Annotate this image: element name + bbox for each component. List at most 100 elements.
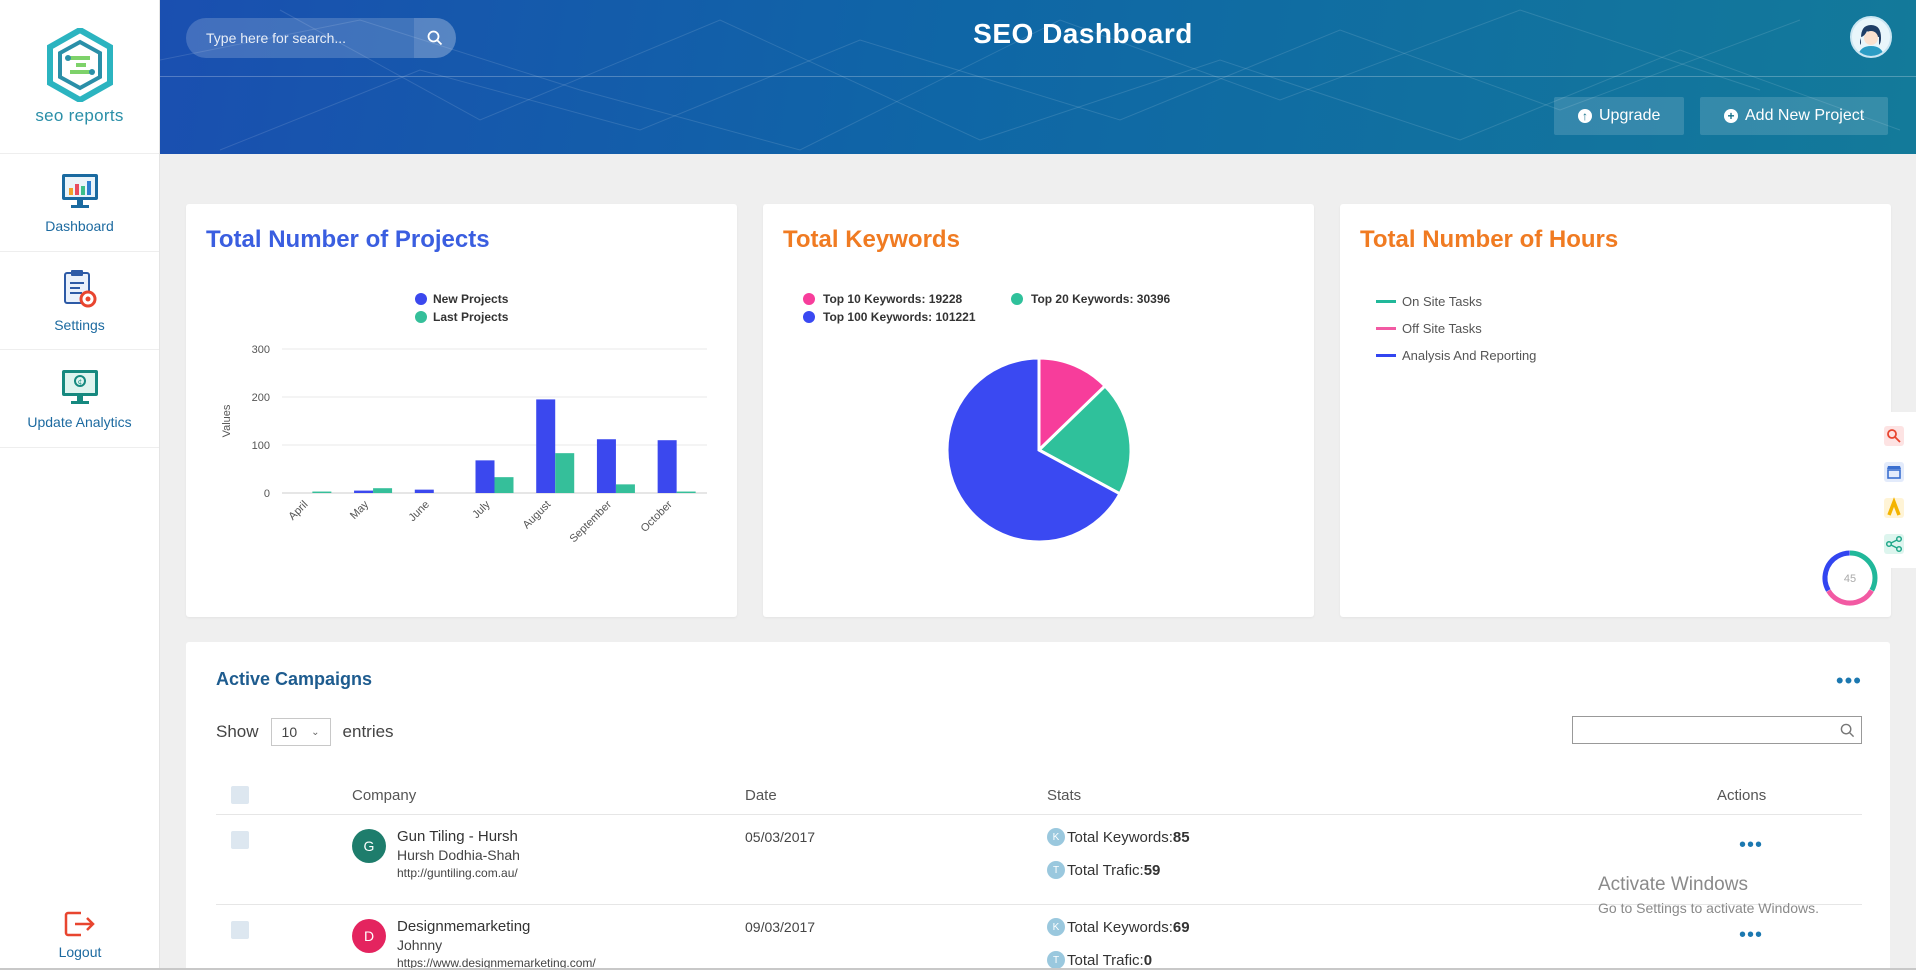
search-report-icon[interactable] — [1872, 418, 1916, 454]
stat-label: Total Trafic: — [1067, 861, 1144, 879]
ring-value: 45 — [1844, 573, 1856, 585]
settings-doc-icon — [63, 269, 96, 307]
x-tick-label: September — [568, 498, 615, 545]
x-tick-label: July — [470, 498, 493, 521]
stat-value: 85 — [1172, 828, 1190, 846]
monitor-chart-icon — [61, 173, 98, 208]
show-label: Show — [216, 722, 259, 741]
sidebar-item-label: Update Analytics — [27, 413, 132, 430]
x-tick-label: August — [521, 499, 554, 532]
chevron-down-icon: ⌄ — [311, 726, 320, 738]
bar-last-projects — [555, 453, 575, 493]
row-actions-button[interactable]: ••• — [1739, 834, 1763, 857]
campaign-date: 09/03/2017 — [745, 919, 816, 935]
stat-label: Total Keywords: — [1067, 828, 1173, 846]
select-all-checkbox[interactable] — [231, 786, 249, 804]
keywords-pie-chart: Top 10 Keywords: 19228 Top 20 Keywords: 3… — [803, 292, 1170, 544]
progress-ring-widget[interactable]: 45 — [1820, 548, 1880, 608]
floating-toolbar — [1872, 412, 1916, 568]
legend-swatch — [803, 293, 815, 305]
table-search-input[interactable] — [1573, 717, 1840, 743]
svg-text:¢: ¢ — [77, 378, 81, 386]
entries-control: Show 10 ⌄ entries — [216, 718, 394, 746]
traffic-badge-icon: T — [1047, 861, 1065, 879]
stat-label: Total Trafic: — [1067, 951, 1144, 969]
add-new-project-button[interactable]: + Add New Project — [1700, 97, 1889, 135]
arrow-up-circle-icon: ↑ — [1578, 109, 1592, 123]
legend-label: Top 10 Keywords: 19228 — [823, 292, 962, 306]
sidebar-item-settings[interactable]: Settings — [0, 252, 159, 350]
total-keywords-stat: K Total Keywords: 69 — [1047, 918, 1190, 936]
sidebar-item-dashboard[interactable]: Dashboard — [0, 154, 159, 252]
hours-card-title: Total Number of Hours — [1360, 226, 1619, 253]
logout-button[interactable]: Logout — [0, 910, 160, 960]
upgrade-button[interactable]: ↑ Upgrade — [1554, 97, 1685, 135]
company-name[interactable]: Gun Tiling - Hursh — [397, 828, 518, 845]
row-actions-button[interactable]: ••• — [1739, 924, 1763, 947]
upgrade-label: Upgrade — [1599, 107, 1661, 124]
watermark-line2: Go to Settings to activate Windows. — [1598, 900, 1819, 916]
logout-label: Logout — [58, 944, 102, 960]
legend-swatch — [1011, 293, 1023, 305]
page-title: SEO Dashboard — [973, 18, 1193, 49]
y-tick-label: 0 — [264, 488, 270, 500]
company-avatar: D — [352, 919, 386, 953]
watermark-line1: Activate Windows — [1598, 874, 1748, 895]
legend-item-analysis: Analysis And Reporting — [1376, 342, 1536, 369]
entries-select[interactable]: 10 ⌄ — [270, 718, 331, 746]
legend-item-on-site: On Site Tasks — [1376, 288, 1536, 315]
active-campaigns-title: Active Campaigns — [216, 669, 373, 689]
bar-last-projects — [676, 491, 696, 493]
projects-bar-chart: New Projects Last Projects Values 0 100 200 30… — [221, 292, 707, 545]
bar-new-projects — [596, 439, 616, 493]
store-icon[interactable] — [1872, 454, 1916, 490]
column-header-date[interactable]: Date — [745, 787, 777, 804]
legend-label: Off Site Tasks — [1402, 321, 1482, 336]
sidebar-item-label: Settings — [54, 316, 105, 333]
x-tick-label: April — [286, 499, 310, 523]
header-divider-line — [216, 814, 1862, 815]
company-contact: Johnny — [397, 937, 443, 953]
keywords-card: Total Keywords Top 10 Keywords: 19228 Top… — [763, 204, 1314, 617]
header-divider — [160, 76, 1916, 77]
company-contact: Hursh Dodhia-Shah — [397, 847, 520, 863]
column-header-stats[interactable]: Stats — [1047, 787, 1081, 804]
user-avatar-icon — [1852, 18, 1890, 56]
avatar[interactable] — [1850, 16, 1892, 58]
sidebar-item-update-analytics[interactable]: ¢ Update Analytics — [0, 350, 159, 448]
entries-value: 10 — [281, 724, 298, 740]
hours-card: Total Number of Hours On Site Tasks Off … — [1340, 204, 1891, 617]
row-checkbox[interactable] — [231, 921, 249, 939]
add-new-project-label: Add New Project — [1745, 107, 1865, 124]
traffic-badge-icon: T — [1047, 951, 1065, 969]
header-banner: SEO Dashboard ↑ Upgrade + Add New Projec… — [160, 0, 1916, 154]
logo-text: seo reports — [35, 105, 124, 125]
sidebar: seo reports Dashboard Settings ¢ Update … — [0, 0, 160, 970]
hours-legend: On Site Tasks Off Site Tasks Analysis An… — [1376, 288, 1536, 369]
more-options-button[interactable]: ••• — [1836, 668, 1862, 694]
legend-label: Analysis And Reporting — [1402, 348, 1537, 363]
legend-swatch — [415, 293, 427, 305]
legend-label: New Projects — [433, 292, 509, 306]
search-icon[interactable] — [1840, 723, 1855, 738]
x-tick-label: June — [407, 499, 432, 524]
projects-card: Total Number of Projects New Projects Las… — [186, 204, 737, 617]
legend-item-off-site: Off Site Tasks — [1376, 315, 1536, 342]
bar-last-projects — [494, 477, 514, 493]
keywords-badge-icon: K — [1047, 918, 1065, 936]
campaign-date: 05/03/2017 — [745, 829, 816, 845]
analytics-monitor-icon: ¢ — [61, 369, 98, 404]
logo[interactable]: seo reports — [0, 0, 159, 154]
legend-swatch — [803, 311, 815, 323]
bar-last-projects — [312, 491, 332, 493]
y-tick-label: 200 — [252, 392, 270, 404]
column-header-company[interactable]: Company — [352, 787, 416, 804]
ads-icon[interactable] — [1872, 490, 1916, 526]
company-name[interactable]: Designmemarketing — [397, 918, 530, 935]
logout-icon — [64, 911, 95, 937]
bar-last-projects — [615, 484, 635, 493]
row-checkbox[interactable] — [231, 831, 249, 849]
legend-label: Top 100 Keywords: 101221 — [823, 310, 976, 324]
legend-swatch — [1376, 327, 1396, 330]
company-url[interactable]: http://guntiling.com.au/ — [397, 866, 518, 880]
